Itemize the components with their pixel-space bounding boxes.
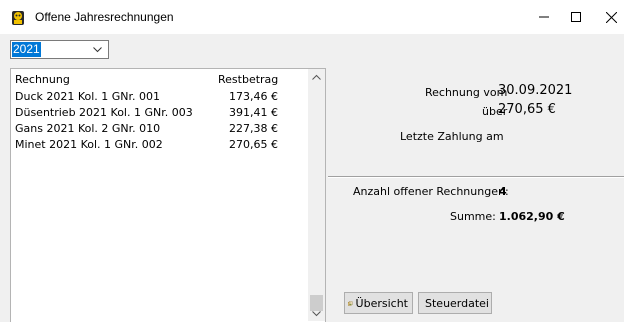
app-icon	[12, 11, 24, 25]
invoice-name: Duck 2021 Kol. 1 GNr. 001	[15, 90, 161, 103]
invoice-name: Düsentrieb 2021 Kol. 1 GNr. 003	[15, 106, 193, 119]
year-dropdown[interactable]: 2021	[10, 40, 109, 59]
invoice-date-label: Rechnung vom	[425, 86, 508, 99]
maximize-button[interactable]	[563, 6, 589, 28]
sum-label: Summe:	[450, 210, 496, 223]
list-item[interactable]: Düsentrieb 2021 Kol. 1 GNr. 003	[15, 106, 193, 119]
tax-file-button-label: Steuerdatei	[425, 296, 489, 310]
list-item[interactable]: Gans 2021 Kol. 2 GNr. 010	[15, 122, 160, 135]
close-icon	[605, 11, 617, 23]
window-title: Offene Jahresrechnungen	[35, 10, 174, 24]
overview-button-label: Übersicht	[355, 296, 408, 310]
minimize-icon	[539, 16, 549, 18]
list-header-invoice: Rechnung	[15, 73, 70, 86]
list-item[interactable]: Duck 2021 Kol. 1 GNr. 001	[15, 90, 160, 103]
invoice-amount: 173,46 €	[229, 90, 278, 103]
invoice-date-value: 30.09.2021	[498, 83, 573, 98]
invoice-amount: 227,38 €	[229, 122, 278, 135]
invoice-list[interactable]: Rechnung Restbetrag Duck 2021 Kol. 1 GNr…	[10, 68, 326, 322]
overview-icon	[348, 300, 353, 306]
chevron-down-icon	[93, 47, 102, 53]
overview-button[interactable]: Übersicht	[344, 292, 413, 314]
invoice-amount: 270,65 €	[229, 138, 278, 151]
sum-value: 1.062,90 €	[499, 210, 565, 223]
divider-highlight	[328, 177, 624, 178]
scroll-down-icon[interactable]	[312, 311, 321, 317]
maximize-icon	[571, 12, 581, 22]
last-payment-label: Letzte Zahlung am	[400, 130, 504, 143]
list-scrollbar[interactable]	[308, 69, 325, 321]
list-header-amount: Restbetrag	[218, 73, 279, 86]
scroll-thumb[interactable]	[310, 295, 323, 311]
open-count-value: 4	[499, 185, 507, 198]
invoice-name: Minet 2021 Kol. 1 GNr. 002	[15, 138, 163, 151]
year-selected-value: 2021	[12, 42, 41, 57]
invoice-amount: 391,41 €	[229, 106, 278, 119]
minimize-button[interactable]	[531, 6, 557, 28]
title-bar: Offene Jahresrechnungen	[0, 0, 624, 34]
scroll-up-icon[interactable]	[312, 74, 321, 80]
close-button[interactable]	[598, 6, 624, 28]
tax-file-button[interactable]: Steuerdatei	[418, 292, 492, 314]
invoice-name: Gans 2021 Kol. 2 GNr. 010	[15, 122, 161, 135]
open-count-label: Anzahl offener Rechnungen:	[353, 185, 509, 198]
list-item[interactable]: Minet 2021 Kol. 1 GNr. 002	[15, 138, 163, 151]
invoice-amount-value: 270,65 €	[498, 102, 556, 117]
